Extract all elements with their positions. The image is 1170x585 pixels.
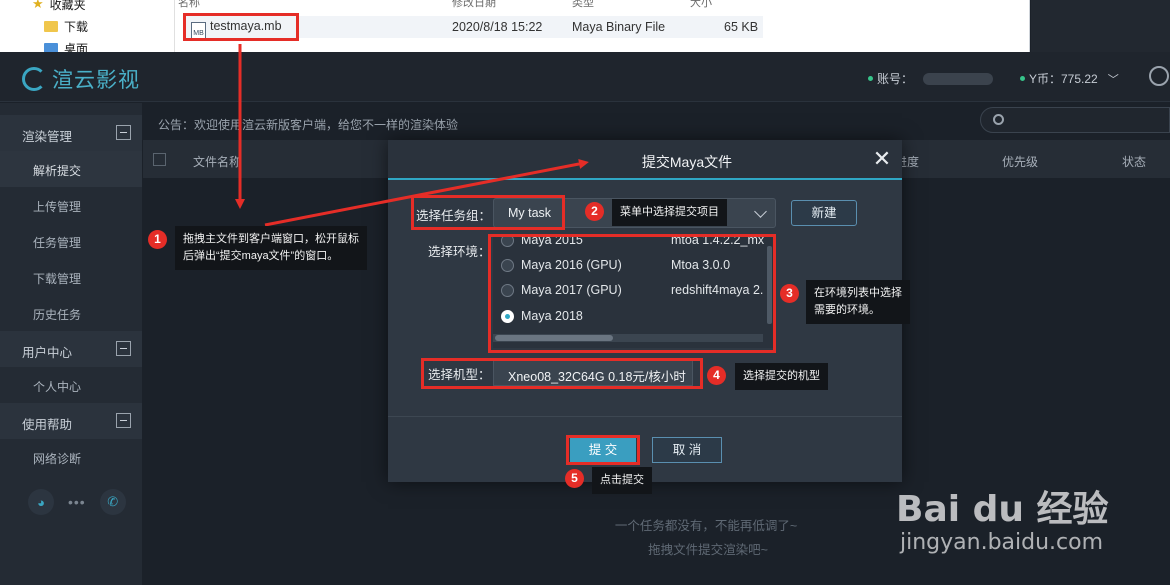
arrow-to-dialog xyxy=(264,159,589,227)
step-tip-4: 选择提交的机型 xyxy=(735,363,828,390)
step-badge-4: 4 xyxy=(707,366,726,385)
step-badge-2: 2 xyxy=(585,202,604,221)
step-badge-3: 3 xyxy=(780,284,799,303)
step-tip-1: 拖拽主文件到客户端窗口，松开鼠标 后弹出“提交maya文件”的窗口。 xyxy=(175,226,367,270)
watermark-url: jingyan.baidu.com xyxy=(900,530,1104,555)
watermark-logo: Bai du 经验 xyxy=(896,489,1109,530)
screenshot-root: ★ 收藏夹 下载 桌面 名称 修改日期 类型 大小 MBtestmaya.mb … xyxy=(0,0,1170,585)
step-badge-1: 1 xyxy=(148,230,167,249)
step-tip-5: 点击提交 xyxy=(592,467,652,494)
step-tip-2: 菜单中选择提交项目 xyxy=(612,199,727,226)
step-badge-5: 5 xyxy=(565,469,584,488)
step-tip-3: 在环境列表中选择 需要的环境。 xyxy=(806,280,910,324)
baidu-watermark: Bai du 经验 jingyan.baidu.com xyxy=(896,456,1156,581)
